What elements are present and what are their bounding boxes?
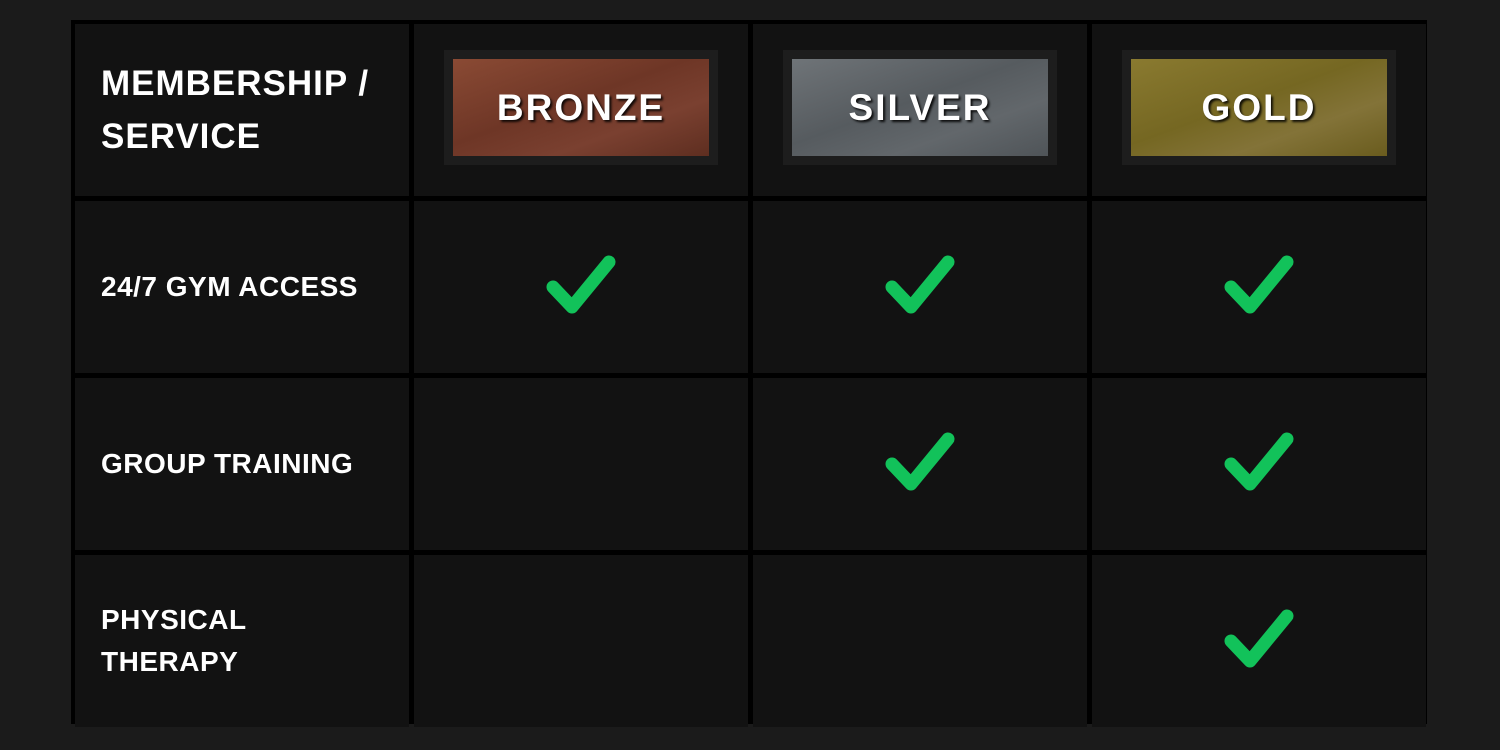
service-label: PHYSICAL THERAPY xyxy=(101,604,247,677)
row-2-bronze-cell xyxy=(414,555,748,727)
row-2-gold-cell xyxy=(1092,555,1426,727)
row-0-gold-cell xyxy=(1092,201,1426,373)
checkmark-icon xyxy=(885,432,955,491)
checkmark-icon xyxy=(1224,609,1294,668)
checkmark-icon xyxy=(1224,432,1294,491)
row-label-cell: 24/7 GYM ACCESS xyxy=(75,201,409,373)
service-label: 24/7 GYM ACCESS xyxy=(101,271,358,302)
checkmark-icon xyxy=(1224,255,1294,314)
silver-plate-frame: SILVER xyxy=(783,50,1057,165)
row-1-silver-cell xyxy=(753,378,1087,550)
bronze-plate: BRONZE xyxy=(453,59,709,156)
row-2-silver-cell xyxy=(753,555,1087,727)
row-1-bronze-cell xyxy=(414,378,748,550)
bronze-plate-frame: BRONZE xyxy=(444,50,718,165)
membership-comparison-table: MEMBERSHIP / SERVICE BRONZE SILVER GOLD … xyxy=(71,20,1427,727)
tier-header-bronze: BRONZE xyxy=(414,24,748,196)
row-label-cell: GROUP TRAINING xyxy=(75,378,409,550)
gold-plate-frame: GOLD xyxy=(1122,50,1396,165)
checkmark-icon xyxy=(885,255,955,314)
row-0-silver-cell xyxy=(753,201,1087,373)
header-label: MEMBERSHIP / SERVICE xyxy=(101,64,370,156)
header-label-cell: MEMBERSHIP / SERVICE xyxy=(75,24,409,196)
tier-header-gold: GOLD xyxy=(1092,24,1426,196)
service-label: GROUP TRAINING xyxy=(101,448,354,479)
gold-plate: GOLD xyxy=(1131,59,1387,156)
tier-header-silver: SILVER xyxy=(753,24,1087,196)
row-0-bronze-cell xyxy=(414,201,748,373)
row-1-gold-cell xyxy=(1092,378,1426,550)
silver-plate: SILVER xyxy=(792,59,1048,156)
row-label-cell: PHYSICAL THERAPY xyxy=(75,555,409,727)
checkmark-icon xyxy=(546,255,616,314)
